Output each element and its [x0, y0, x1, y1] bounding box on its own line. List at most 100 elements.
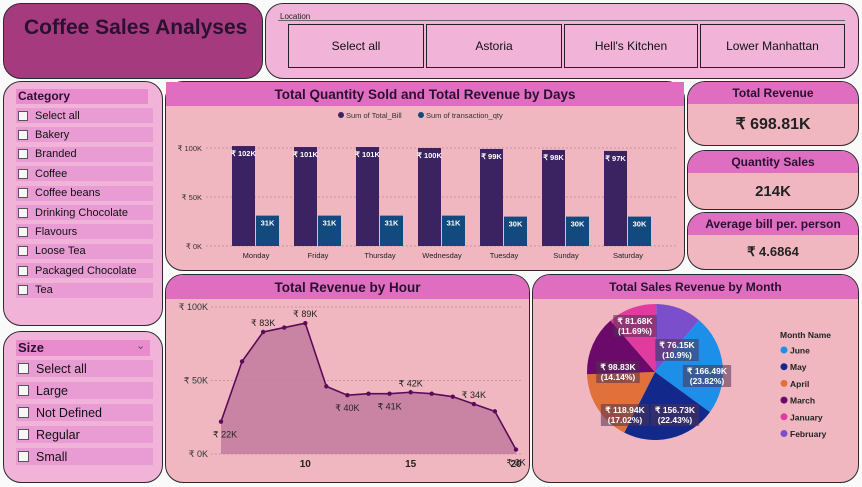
data-point[interactable] — [492, 409, 498, 414]
size-item-label: Small — [36, 449, 68, 464]
checkbox-icon[interactable] — [18, 226, 28, 237]
bar-data-label: 31K — [261, 219, 275, 228]
checkbox-icon[interactable] — [18, 363, 29, 374]
checkbox-icon[interactable] — [18, 168, 28, 179]
size-item-select-all[interactable]: Select all — [16, 360, 153, 377]
bar[interactable] — [356, 147, 379, 246]
size-header[interactable]: Size — [16, 340, 150, 356]
pie-data-label: ₹ 166.49K — [687, 366, 728, 376]
category-item-packaged-chocolate[interactable]: Packaged Chocolate — [16, 263, 153, 279]
checkbox-icon[interactable] — [18, 246, 28, 257]
legend-marker — [780, 346, 788, 354]
y-tick-label: ₹ 100K — [178, 144, 202, 153]
category-item-loose-tea[interactable]: Loose Tea — [16, 243, 153, 259]
location-option-lower-manhattan[interactable]: Lower Manhattan — [700, 24, 845, 68]
bar[interactable] — [480, 148, 503, 246]
x-tick-label: 10 — [300, 459, 312, 470]
legend-label: Sum of transaction_qty — [426, 111, 503, 120]
category-item-branded[interactable]: Branded — [16, 146, 153, 162]
x-tick-label: Thursday — [364, 251, 396, 260]
checkbox-icon[interactable] — [18, 285, 28, 296]
bar-data-label: 30K — [509, 220, 523, 229]
data-point[interactable] — [260, 329, 266, 335]
checkbox-icon[interactable] — [18, 451, 29, 462]
category-item-drinking-chocolate[interactable]: Drinking Chocolate — [16, 205, 153, 220]
title-panel: Coffee Sales Analyses — [3, 3, 263, 79]
data-point[interactable] — [218, 419, 224, 424]
y-tick-label: ₹ 50K — [184, 376, 208, 386]
size-item-not-defined[interactable]: Not Defined — [16, 404, 153, 421]
data-point[interactable] — [239, 359, 245, 364]
size-item-regular[interactable]: Regular — [16, 426, 153, 443]
bar[interactable] — [232, 146, 255, 246]
quantity-sales-value: 214K — [755, 182, 791, 200]
checkbox-icon[interactable] — [18, 207, 28, 218]
bar[interactable] — [542, 149, 565, 246]
pie-data-label: ₹ 81.68K — [617, 316, 653, 326]
data-label: ₹ 42K — [399, 378, 423, 388]
data-point[interactable] — [429, 391, 434, 396]
bar[interactable] — [418, 148, 441, 246]
total-revenue-value: ₹ 698.81K — [735, 116, 811, 133]
size-item-small[interactable]: Small — [16, 448, 153, 465]
data-point[interactable] — [345, 393, 350, 398]
category-item-label: Drinking Chocolate — [35, 206, 128, 219]
bar[interactable] — [604, 150, 627, 246]
bar-data-label: 30K — [633, 220, 647, 229]
pie-data-label: (11.69%) — [618, 326, 652, 336]
location-option-astoria[interactable]: Astoria — [426, 24, 562, 68]
category-item-label: Flavours — [35, 225, 78, 238]
data-point[interactable] — [408, 390, 413, 395]
bar-data-label: 30K — [571, 220, 585, 229]
checkbox-icon[interactable] — [18, 429, 29, 440]
checkbox-icon[interactable] — [18, 265, 28, 276]
category-item-flavours[interactable]: Flavours — [16, 224, 153, 240]
y-tick-label: ₹ 100K — [179, 302, 208, 312]
data-label: ₹ 40K — [335, 403, 359, 413]
checkbox-icon[interactable] — [18, 149, 28, 160]
data-point[interactable] — [324, 384, 329, 389]
x-tick-label: Saturday — [613, 251, 643, 260]
category-item-bakery[interactable]: Bakery — [16, 127, 153, 143]
pie-data-label: ₹ 76.15K — [659, 340, 695, 350]
pie-data-label: ₹ 98.83K — [600, 362, 636, 372]
size-item-large[interactable]: Large — [16, 382, 153, 399]
data-point[interactable] — [471, 401, 477, 407]
bar-data-label: ₹ 97K — [605, 154, 626, 163]
checkbox-icon[interactable] — [18, 129, 28, 140]
legend-label: May — [790, 362, 807, 372]
checkbox-icon[interactable] — [18, 407, 29, 418]
category-item-label: Loose Tea — [35, 245, 86, 258]
x-tick-label: 15 — [405, 459, 417, 470]
chevron-down-icon[interactable]: ⌄ — [136, 339, 145, 352]
data-label: ₹ 89K — [293, 309, 317, 319]
pie-data-label: (14.14%) — [601, 372, 636, 382]
legend-label: March — [790, 396, 815, 406]
size-item-label: Large — [36, 383, 68, 398]
legend-marker — [780, 379, 788, 387]
data-point[interactable] — [303, 320, 308, 326]
location-option-hells-kitchen[interactable]: Hell's Kitchen — [564, 24, 698, 68]
checkbox-icon[interactable] — [18, 385, 29, 396]
y-tick-label: ₹ 0K — [189, 449, 208, 459]
category-item-coffee[interactable]: Coffee — [16, 166, 153, 182]
pie-data-label: (22.43%) — [658, 415, 693, 425]
data-point[interactable] — [282, 325, 287, 330]
data-point[interactable] — [366, 391, 371, 396]
checkbox-icon[interactable] — [18, 110, 28, 121]
legend-title: Month Name — [780, 330, 831, 340]
legend-marker — [338, 112, 344, 118]
location-option-select-all[interactable]: Select all — [288, 24, 424, 68]
x-tick-label: Sunday — [553, 251, 579, 260]
legend-marker — [780, 363, 788, 371]
category-item-select-all[interactable]: Select all — [16, 108, 153, 123]
data-point[interactable] — [450, 394, 455, 399]
data-point[interactable] — [513, 447, 519, 452]
category-item-tea[interactable]: Tea — [16, 282, 153, 298]
legend-label: February — [790, 429, 827, 439]
category-item-coffee-beans[interactable]: Coffee beans — [16, 185, 153, 201]
data-label: ₹ 22K — [213, 430, 237, 440]
checkbox-icon[interactable] — [18, 188, 28, 199]
data-point[interactable] — [387, 391, 392, 396]
bar[interactable] — [294, 147, 317, 246]
